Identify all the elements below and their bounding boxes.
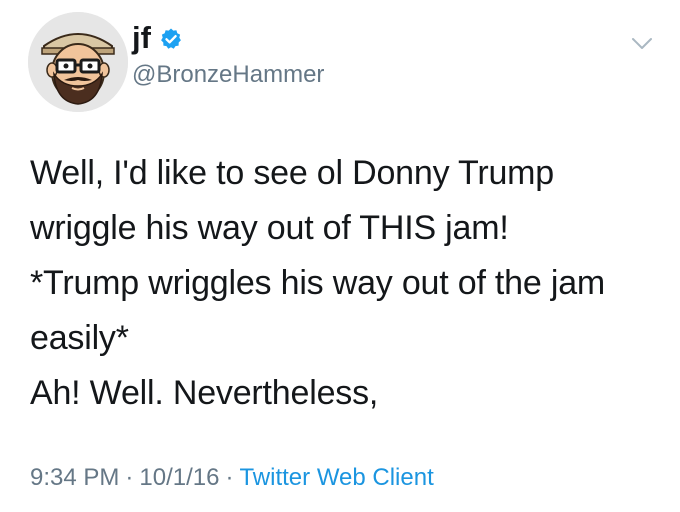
user-handle[interactable]: @BronzeHammer (132, 63, 324, 87)
name-row: jf (132, 22, 183, 53)
avatar-image (28, 12, 128, 112)
tweet-card: jf @BronzeHammer Well, I'd like to see o… (0, 0, 680, 512)
tweet-line: Well, I'd like to see ol Donny Trump (30, 154, 555, 192)
meta-separator: · (125, 464, 134, 491)
client-link[interactable]: Twitter Web Client (239, 464, 433, 491)
avatar[interactable] (28, 12, 128, 112)
tweet-line: easily* (30, 319, 129, 357)
tweet-date[interactable]: 10/1/16 (139, 464, 219, 491)
tweet-line: *Trump wriggles his way out of the jam (30, 264, 606, 302)
tweet-time[interactable]: 9:34 PM (30, 464, 119, 491)
verified-badge-icon (159, 27, 183, 51)
chevron-down-icon[interactable] (630, 36, 654, 52)
tweet-line: Ah! Well. Nevertheless, (30, 374, 379, 412)
tweet-meta: 9:34 PM · 10/1/16 · Twitter Web Client (30, 466, 434, 490)
display-name[interactable]: jf (132, 22, 151, 53)
meta-separator: · (225, 464, 234, 491)
tweet-line: wriggle his way out of THIS jam! (30, 209, 509, 247)
tweet-text: Well, I'd like to see ol Donny Trump wri… (30, 146, 660, 421)
